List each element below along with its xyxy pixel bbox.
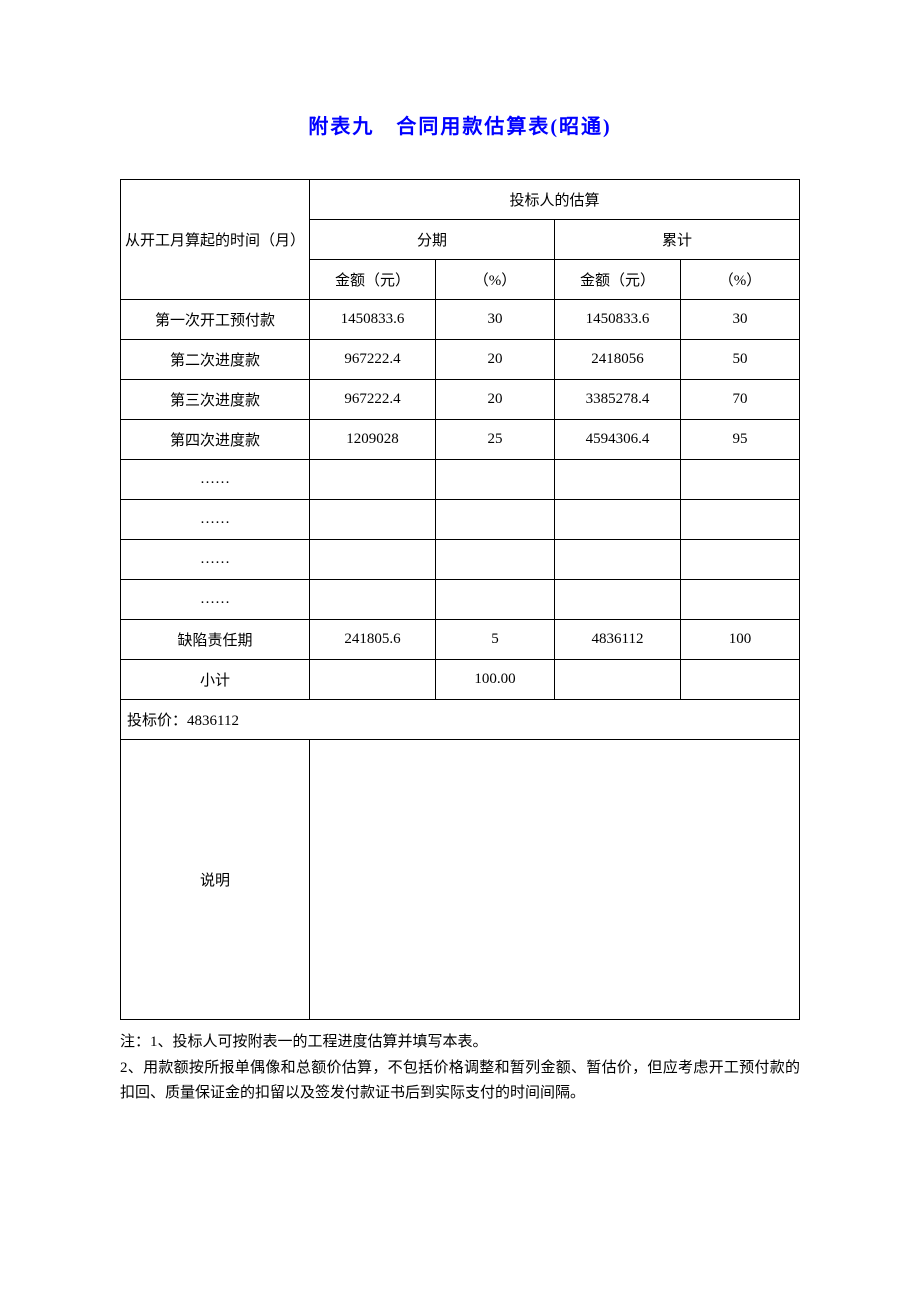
row-label: …… (121, 500, 310, 540)
table-row: 缺陷责任期 241805.6 5 4836112 100 (121, 620, 800, 660)
table-row: 第一次开工预付款 1450833.6 30 1450833.6 30 (121, 300, 800, 340)
cumulative-amount (554, 660, 680, 700)
header-period: 分期 (310, 220, 555, 260)
row-label: …… (121, 460, 310, 500)
cumulative-amount: 1450833.6 (554, 300, 680, 340)
page-title: 附表九 合同用款估算表(昭通) (120, 110, 800, 139)
cumulative-percent: 50 (680, 340, 799, 380)
cumulative-percent (680, 500, 799, 540)
bid-price-cell: 投标价：4836112 (121, 700, 800, 740)
cumulative-percent (680, 460, 799, 500)
row-label: 第一次开工预付款 (121, 300, 310, 340)
cumulative-amount: 2418056 (554, 340, 680, 380)
cumulative-amount: 3385278.4 (554, 380, 680, 420)
period-amount (310, 500, 436, 540)
table-row-subtotal: 小计 100.00 (121, 660, 800, 700)
description-content (310, 740, 800, 1020)
period-percent (436, 460, 555, 500)
period-amount: 241805.6 (310, 620, 436, 660)
row-label: …… (121, 540, 310, 580)
cumulative-amount: 4594306.4 (554, 420, 680, 460)
footnotes: 注：1、投标人可按附表一的工程进度估算并填写本表。 2、用款额按所报单偶像和总额… (120, 1030, 800, 1107)
header-cumulative-amount: 金额（元） (554, 260, 680, 300)
cumulative-amount: 4836112 (554, 620, 680, 660)
estimate-table: 从开工月算起的时间（月） 投标人的估算 分期 累计 金额（元） （%） 金额（元… (120, 179, 800, 1020)
period-amount (310, 460, 436, 500)
table-row: 第三次进度款 967222.4 20 3385278.4 70 (121, 380, 800, 420)
cumulative-percent (680, 540, 799, 580)
period-percent: 30 (436, 300, 555, 340)
header-period-amount: 金额（元） (310, 260, 436, 300)
row-label: 缺陷责任期 (121, 620, 310, 660)
period-amount: 967222.4 (310, 340, 436, 380)
cumulative-amount (554, 540, 680, 580)
table-row: 第四次进度款 1209028 25 4594306.4 95 (121, 420, 800, 460)
row-label: 第四次进度款 (121, 420, 310, 460)
row-label: 小计 (121, 660, 310, 700)
period-amount: 967222.4 (310, 380, 436, 420)
period-percent (436, 580, 555, 620)
table-row: …… (121, 540, 800, 580)
header-row-label: 从开工月算起的时间（月） (121, 180, 310, 300)
table-row: …… (121, 580, 800, 620)
period-amount (310, 660, 436, 700)
cumulative-percent: 70 (680, 380, 799, 420)
row-label: 第三次进度款 (121, 380, 310, 420)
cumulative-amount (554, 580, 680, 620)
period-amount (310, 580, 436, 620)
period-amount (310, 540, 436, 580)
description-label: 说明 (121, 740, 310, 1020)
table-row: 第二次进度款 967222.4 20 2418056 50 (121, 340, 800, 380)
table-row: …… (121, 500, 800, 540)
period-percent (436, 540, 555, 580)
header-estimate: 投标人的估算 (310, 180, 800, 220)
cumulative-amount (554, 460, 680, 500)
cumulative-percent (680, 580, 799, 620)
period-percent (436, 500, 555, 540)
period-amount: 1209028 (310, 420, 436, 460)
cumulative-amount (554, 500, 680, 540)
row-label: 第二次进度款 (121, 340, 310, 380)
header-cumulative: 累计 (554, 220, 799, 260)
header-period-percent: （%） (436, 260, 555, 300)
row-label: …… (121, 580, 310, 620)
period-percent: 100.00 (436, 660, 555, 700)
header-row-1: 从开工月算起的时间（月） 投标人的估算 (121, 180, 800, 220)
table-row: …… (121, 460, 800, 500)
period-amount: 1450833.6 (310, 300, 436, 340)
cumulative-percent: 100 (680, 620, 799, 660)
cumulative-percent (680, 660, 799, 700)
header-cumulative-percent: （%） (680, 260, 799, 300)
period-percent: 20 (436, 380, 555, 420)
footnote-1: 注：1、投标人可按附表一的工程进度估算并填写本表。 (120, 1030, 800, 1056)
period-percent: 5 (436, 620, 555, 660)
bid-price-row: 投标价：4836112 (121, 700, 800, 740)
description-row: 说明 (121, 740, 800, 1020)
cumulative-percent: 30 (680, 300, 799, 340)
footnote-2: 2、用款额按所报单偶像和总额价估算，不包括价格调整和暂列金额、暂估价，但应考虑开… (120, 1056, 800, 1107)
period-percent: 20 (436, 340, 555, 380)
period-percent: 25 (436, 420, 555, 460)
cumulative-percent: 95 (680, 420, 799, 460)
